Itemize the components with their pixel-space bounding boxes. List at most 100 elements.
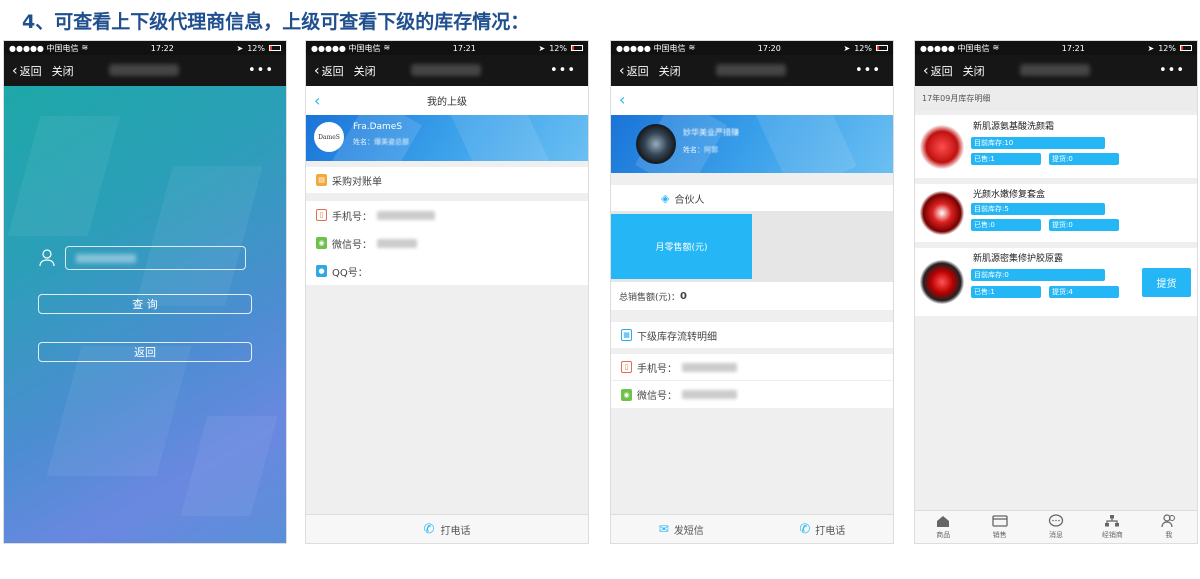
status-time: 17:21 [1061, 43, 1085, 53]
phone-superior-screen: ●●●●● 中国电信 ≋ 17:21 ➤ 12% ‹ 返回 关闭 ••• ‹ 我的上级… [305, 40, 589, 544]
phone-label: 手机号： [332, 211, 372, 223]
wechat-label: 微信号： [332, 239, 372, 251]
month-header: 17年09月库存明细 [915, 86, 1197, 111]
product-image [920, 191, 964, 235]
nav-bar: ‹ 返回 关闭 ••• [4, 55, 286, 86]
tab-me[interactable]: 我 [1141, 514, 1197, 540]
battery-icon [268, 45, 281, 51]
battery-percent: 12% [854, 43, 872, 53]
close-button[interactable]: 关闭 [963, 63, 985, 79]
back-button[interactable]: ‹ 返回 [923, 63, 953, 79]
name-value: 爆美姿总部 [374, 138, 409, 146]
sms-button[interactable]: ✉ 发短信 [659, 522, 704, 537]
monthly-sales-card: 月零售额(元) [611, 214, 752, 279]
phone-value [377, 210, 435, 220]
tab-messages[interactable]: 消息 [1028, 514, 1084, 540]
close-button[interactable]: 关闭 [659, 63, 681, 79]
sold-badge: 已售:1 [971, 153, 1041, 165]
profile-banner: 妙华美业严措赚 姓名：阿郭 [611, 115, 893, 173]
call-button[interactable]: ✆ 打电话 [799, 522, 845, 537]
partner-label: 合伙人 [674, 194, 705, 206]
location-icon: ➤ [843, 43, 851, 53]
chat-bubble-icon [1048, 514, 1064, 527]
picked-badge: 提货:0 [1049, 153, 1119, 165]
status-time: 17:20 [757, 43, 781, 53]
total-sales-row: 总销售额(元)： 0 [611, 282, 893, 310]
status-bar: ●●●●● 中国电信 ≋ 17:21 ➤ 12% [306, 41, 588, 55]
more-icon[interactable]: ••• [855, 63, 881, 78]
purchase-statement-row[interactable]: ▤ 采购对账单 [306, 167, 588, 193]
page-header: ‹ [611, 86, 893, 115]
chevron-left-icon[interactable]: ‹ [314, 91, 320, 110]
battery-icon [875, 45, 888, 51]
sales-panel: 月零售额(元) [611, 211, 893, 282]
blurred-title [716, 64, 786, 76]
chevron-left-icon[interactable]: ‹ [619, 90, 625, 109]
tab-distributors[interactable]: 经销商 [1084, 514, 1140, 540]
more-icon[interactable]: ••• [248, 63, 274, 78]
tab-goods[interactable]: 商品 [915, 514, 971, 540]
status-bar: ●●●●● 中国电信 ≋ 17:20 ➤ 12% [611, 41, 893, 55]
wechat-icon: ◉ [621, 388, 632, 401]
pickup-button[interactable]: 提货 [1142, 268, 1191, 297]
back-button[interactable]: ‹ 返回 [619, 63, 649, 79]
close-button[interactable]: 关闭 [52, 63, 74, 79]
phone-label: 手机号： [637, 363, 677, 375]
phone-call-icon: ✆ [423, 521, 435, 537]
phone-icon: ▯ [316, 209, 327, 221]
purchase-label: 采购对账单 [332, 176, 382, 188]
diamond-icon: ◈ [661, 191, 670, 205]
qq-icon: ● [316, 265, 327, 277]
wifi-icon: ≋ [81, 42, 89, 52]
stock-flow-row[interactable]: ▦ 下级库存流转明细 [611, 322, 893, 348]
return-button[interactable]: 返回 [38, 342, 252, 362]
header-title: 我的上级 [427, 97, 467, 108]
dames-logo: DameS [314, 122, 344, 152]
username-input[interactable] [65, 246, 246, 270]
product-card[interactable]: 新肌源氨基酸洗颜霜 目前库存:10 已售:1 提货:0 [915, 115, 1197, 178]
contact-list: ▯ 手机号： ◉ 微信号： [611, 354, 893, 408]
more-icon[interactable]: ••• [1159, 63, 1185, 78]
sold-badge: 已售:1 [971, 286, 1041, 298]
chevron-left-icon: ‹ [619, 62, 625, 79]
org-name: 妙华美业严措赚 [683, 128, 739, 137]
sold-badge: 已售:0 [971, 219, 1041, 231]
battery-percent: 12% [1158, 43, 1176, 53]
home-icon [937, 516, 950, 527]
call-button[interactable]: ✆ 打电话 [424, 522, 471, 537]
location-icon: ➤ [538, 43, 546, 53]
carrier-label: ●●●●● 中国电信 [9, 43, 79, 53]
back-button[interactable]: ‹ 返回 [314, 63, 344, 79]
stock-badge: 目前库存:0 [971, 269, 1105, 281]
galaxy-avatar [636, 124, 676, 164]
wechat-row: ◉ 微信号： [306, 229, 588, 257]
carrier-label: ●●●●● 中国电信 [616, 43, 686, 53]
stock-flow-label: 下级库存流转明细 [637, 331, 717, 343]
product-card[interactable]: 光颜水嫩修复套盒 目前库存:5 已售:0 提货:0 [915, 184, 1197, 242]
page-title: 4、可查看上下级代理商信息，上级可查看下级的库存情况： [22, 11, 530, 33]
phone-call-icon: ✆ [799, 521, 811, 537]
total-sales-value: 0 [680, 290, 687, 302]
carrier-label: ●●●●● 中国电信 [311, 43, 381, 53]
nav-bar: ‹ 返回 关闭 ••• [306, 55, 588, 86]
query-button[interactable]: 查 询 [38, 294, 252, 314]
name-value: 阿郭 [704, 146, 718, 154]
battery-icon [1179, 45, 1192, 51]
nav-bar: ‹ 返回 关闭 ••• [611, 55, 893, 86]
page-header: ‹ 我的上级 [306, 86, 588, 115]
contact-list: ▯ 手机号： ◉ 微信号： ● QQ号： [306, 201, 588, 285]
close-button[interactable]: 关闭 [354, 63, 376, 79]
tab-sales[interactable]: 销售 [971, 514, 1027, 540]
stock-badge: 目前库存:5 [971, 203, 1105, 215]
blurred-title [411, 64, 481, 76]
phone-icon: ▯ [621, 361, 632, 373]
blurred-title [109, 64, 179, 76]
blurred-title [1020, 64, 1090, 76]
back-button[interactable]: ‹ 返回 [12, 63, 42, 79]
battery-percent: 12% [549, 43, 567, 53]
more-icon[interactable]: ••• [550, 63, 576, 78]
phone-subordinate-screen: ●●●●● 中国电信 ≋ 17:20 ➤ 12% ‹ 返回 关闭 ••• ‹ 妙华美业… [610, 40, 894, 544]
name-label: 姓名： [683, 146, 704, 154]
product-name: 新肌源密集修护胶原露 [973, 254, 1064, 264]
product-card[interactable]: 新肌源密集修护胶原露 目前库存:0 已售:1 提货:4 提货 [915, 248, 1197, 316]
